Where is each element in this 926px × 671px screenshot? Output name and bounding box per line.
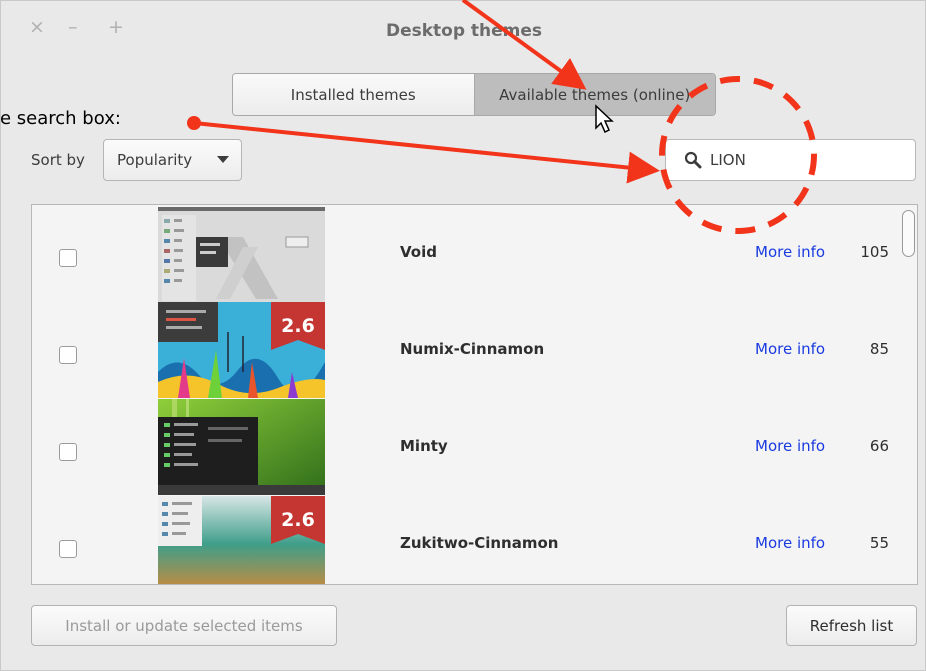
search-input[interactable] (710, 151, 890, 169)
theme-score: 85 (869, 340, 889, 358)
theme-thumbnail: 2.6 (158, 496, 325, 584)
themes-list: Void More info 105 2.6 Numix-Cinnamon Mo… (31, 204, 918, 585)
version-badge: 2.6 (281, 315, 315, 337)
list-item: Void More info 105 (32, 205, 900, 303)
theme-thumbnail (158, 399, 325, 495)
theme-score: 66 (869, 437, 889, 455)
theme-name: Numix-Cinnamon (400, 340, 545, 358)
theme-thumbnail (158, 207, 325, 303)
list-item: Minty More info 66 (32, 399, 900, 496)
select-checkbox[interactable] (59, 540, 77, 558)
sort-by-label: Sort by (31, 151, 85, 169)
install-update-button[interactable]: Install or update selected items (31, 605, 337, 646)
chevron-down-icon (217, 156, 229, 163)
annotation-label: e search box: (0, 108, 121, 129)
theme-score: 105 (860, 243, 889, 261)
sort-dropdown-value: Popularity (117, 151, 193, 169)
theme-score: 55 (869, 534, 889, 552)
version-badge: 2.6 (281, 509, 315, 531)
window-title: Desktop themes (385, 21, 543, 41)
desktop-themes-window: × – + Desktop themes Installed themes Av… (0, 0, 926, 671)
select-checkbox[interactable] (59, 346, 77, 364)
theme-name: Minty (400, 437, 448, 455)
theme-thumbnail: 2.6 (158, 302, 325, 398)
refresh-list-button[interactable]: Refresh list (786, 605, 917, 646)
more-info-link[interactable]: More info (755, 243, 825, 261)
select-checkbox[interactable] (59, 443, 77, 461)
more-info-link[interactable]: More info (755, 534, 825, 552)
theme-name: Void (400, 243, 437, 261)
tab-bar: Installed themes Available themes (onlin… (232, 73, 716, 116)
search-box[interactable] (665, 139, 916, 181)
tab-installed-themes[interactable]: Installed themes (233, 74, 474, 115)
theme-name: Zukitwo-Cinnamon (400, 534, 559, 552)
search-icon (684, 151, 702, 169)
scrollbar-thumb[interactable] (902, 210, 915, 257)
list-item: 2.6 Zukitwo-Cinnamon More info 55 (32, 496, 900, 584)
titlebar: × – + Desktop themes (1, 1, 926, 59)
more-info-link[interactable]: More info (755, 437, 825, 455)
more-info-link[interactable]: More info (755, 340, 825, 358)
tab-available-themes[interactable]: Available themes (online) (473, 74, 715, 115)
select-checkbox[interactable] (59, 249, 77, 267)
list-item: 2.6 Numix-Cinnamon More info 85 (32, 302, 900, 399)
sort-dropdown[interactable]: Popularity (103, 139, 242, 181)
